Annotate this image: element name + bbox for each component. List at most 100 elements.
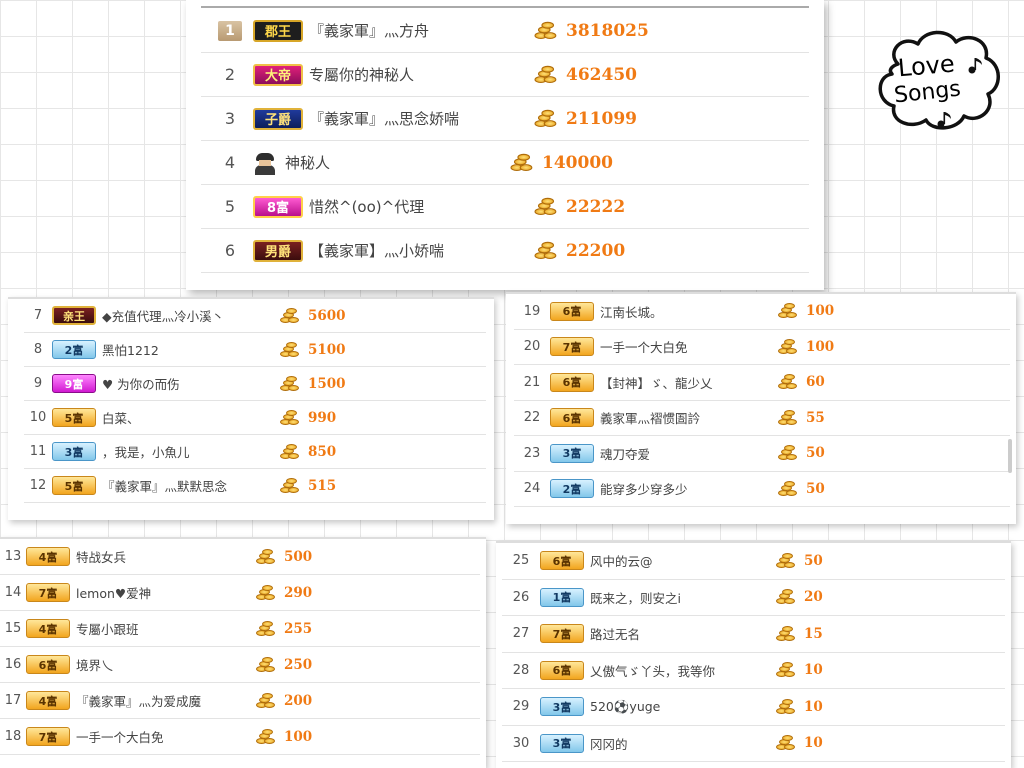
ranking-list-19-24: 19 6富 江南长城。 100 20 7富 一手一个大白免 100 21 6富 【封神】ゞ、龍少乂 6…	[514, 294, 1010, 507]
user-name[interactable]: ♥ 为你の而伤	[102, 374, 280, 393]
rank-number: 30	[512, 735, 530, 751]
rank-number: 4	[224, 153, 236, 172]
rank-number: 29	[512, 699, 530, 715]
user-name[interactable]: 既来之，则安之i	[590, 588, 776, 607]
ranking-row[interactable]: 21 6富 【封神】ゞ、龍少乂 60	[514, 365, 1010, 401]
user-name[interactable]: 风中的云@	[590, 551, 776, 570]
user-name[interactable]: 路过无名	[590, 624, 776, 643]
user-name[interactable]: 境界乀	[76, 655, 256, 674]
ranking-row[interactable]: 12 5富 『義家軍』灬默默思念 515	[24, 469, 486, 503]
rank-number: 16	[4, 657, 22, 672]
rank-badge: 6富	[26, 655, 70, 674]
coin-icon	[778, 374, 798, 390]
rank-badge: 9富	[52, 374, 96, 393]
score-value: 290	[284, 584, 313, 601]
coin-icon	[256, 620, 276, 637]
score-value: 250	[284, 656, 313, 673]
rank-badge: 7富	[26, 727, 70, 746]
rank-badge: 1富	[540, 587, 584, 607]
user-name[interactable]: ◆充值代理灬冷小溪丶	[102, 306, 280, 325]
ranking-row[interactable]: 30 3富 冈冈的 10	[502, 726, 1005, 762]
ranking-row[interactable]: 22 6富 義家軍灬褶惯圄訡 55	[514, 401, 1010, 436]
rank-number: 18	[4, 729, 22, 744]
ranking-row[interactable]: 17 4富 『義家軍』灬为爱成魔 200	[0, 683, 480, 719]
score-value: 5100	[308, 341, 346, 358]
ranking-row[interactable]: 23 3富 魂刀夺爱 50	[514, 436, 1010, 472]
ranking-row[interactable]: 18 7富 一手一个大白免 100	[0, 719, 480, 755]
ranking-row[interactable]: 9 9富 ♥ 为你の而伤 1500	[24, 367, 486, 401]
rank-number: 13	[4, 549, 22, 564]
user-name[interactable]: 【義家軍】灬小娇喘	[309, 240, 536, 261]
user-name[interactable]: lemon♥爱神	[76, 583, 256, 602]
rank-badge: 4富	[26, 619, 70, 638]
user-name[interactable]: ，我是，小魚儿	[102, 442, 280, 461]
score-value: 990	[308, 409, 337, 426]
scrollbar-thumb[interactable]	[1008, 439, 1012, 473]
ranking-row[interactable]: 27 7富 路过无名 15	[502, 616, 1005, 653]
coin-icon	[776, 625, 796, 642]
user-name[interactable]: 『義家軍』灬思念娇喘	[309, 108, 536, 129]
rank-badge: 大帝	[253, 63, 303, 86]
user-name[interactable]: 魂刀夺爱	[600, 444, 778, 463]
user-name[interactable]: 能穿多少穿多少	[600, 479, 778, 498]
user-name[interactable]: 白菜、	[102, 408, 280, 427]
rank-number: 14	[4, 585, 22, 600]
user-name[interactable]: 『義家軍』灬方舟	[309, 20, 536, 41]
user-name[interactable]: 专屬小跟班	[76, 619, 256, 638]
ranking-row[interactable]: 6 男爵 【義家軍】灬小娇喘 22200	[201, 229, 809, 273]
ranking-row[interactable]: 20 7富 一手一个大白免 100	[514, 330, 1010, 365]
user-name[interactable]: 【封神】ゞ、龍少乂	[600, 373, 778, 392]
rank-number: 21	[523, 374, 541, 390]
user-name[interactable]: 520⚽yuge	[590, 699, 776, 715]
score-value: 5600	[308, 307, 346, 324]
user-name[interactable]: 『義家軍』灬默默思念	[102, 476, 280, 495]
ranking-row[interactable]: 3 子爵 『義家軍』灬思念娇喘 211099	[201, 97, 809, 141]
user-name[interactable]: 義家軍灬褶惯圄訡	[600, 408, 778, 427]
user-name[interactable]: 专屬你的神秘人	[309, 64, 536, 85]
user-name[interactable]: 惜然^(oo)^代理	[309, 196, 536, 217]
user-name[interactable]: 一手一个大白免	[76, 727, 256, 746]
ranking-row[interactable]: 11 3富 ，我是，小魚儿 850	[24, 435, 486, 469]
rank-badge: 7富	[550, 337, 594, 357]
rank-badge: 6富	[550, 372, 594, 392]
ranking-row[interactable]: 8 2富 黑怕1212 5100	[24, 333, 486, 367]
coin-icon	[280, 375, 300, 392]
ranking-row[interactable]: 29 3富 520⚽yuge 10	[502, 689, 1005, 726]
ranking-row[interactable]: 28 6富 乂傲气ゞ丫头，我等你 10	[502, 653, 1005, 689]
user-name[interactable]: 一手一个大白免	[600, 337, 778, 356]
ranking-row[interactable]: 24 2富 能穿多少穿多少 50	[514, 472, 1010, 507]
ranking-row[interactable]: 19 6富 江南长城。 100	[514, 294, 1010, 330]
ranking-row[interactable]: 15 4富 专屬小跟班 255	[0, 611, 480, 647]
ranking-row[interactable]: 7 亲王 ◆充值代理灬冷小溪丶 5600	[24, 299, 486, 333]
ranking-row[interactable]: 13 4富 特战女兵 500	[0, 539, 480, 575]
user-name[interactable]: 乂傲气ゞ丫头，我等你	[590, 661, 776, 680]
ranking-row[interactable]: 25 6富 风中的云@ 50	[502, 543, 1005, 580]
ranking-row[interactable]: 4 神秘人 140000	[201, 141, 809, 185]
rank-badge: 7富	[26, 583, 70, 602]
user-name[interactable]: 神秘人	[285, 152, 512, 173]
coin-icon	[534, 21, 558, 39]
rank-badge: 6富	[540, 551, 584, 571]
ranking-row[interactable]: 10 5富 白菜、 990	[24, 401, 486, 435]
ranking-row[interactable]: 14 7富 lemon♥爱神 290	[0, 575, 480, 611]
user-name[interactable]: 黑怕1212	[102, 340, 280, 359]
rank-badge: 2富	[52, 340, 96, 359]
user-name[interactable]: 特战女兵	[76, 547, 256, 566]
rank-badge: 亲王	[52, 306, 96, 325]
coin-icon	[256, 692, 276, 709]
user-name[interactable]: 『義家軍』灬为爱成魔	[76, 691, 256, 710]
user-name[interactable]: 江南长城。	[600, 302, 778, 321]
coin-icon	[776, 735, 796, 751]
user-name[interactable]: 冈冈的	[590, 734, 776, 753]
score-value: 50	[806, 445, 825, 462]
ranking-row[interactable]: 2 大帝 专屬你的神秘人 462450	[201, 53, 809, 97]
rank-badge: 6富	[550, 301, 594, 321]
score-value: 50	[806, 480, 825, 497]
ranking-row[interactable]: 16 6富 境界乀 250	[0, 647, 480, 683]
ranking-row[interactable]: 1 郡王 『義家軍』灬方舟 3818025	[201, 9, 809, 53]
ranking-list-7-12: 7 亲王 ◆充值代理灬冷小溪丶 5600 8 2富 黑怕1212 5100 9 9富 ♥ 为你の而伤…	[24, 299, 486, 503]
coin-icon	[776, 698, 796, 715]
ranking-row[interactable]: 26 1富 既来之，则安之i 20	[502, 580, 1005, 616]
rank-number: 24	[523, 481, 541, 497]
ranking-row[interactable]: 5 8富 惜然^(oo)^代理 22222	[201, 185, 809, 229]
